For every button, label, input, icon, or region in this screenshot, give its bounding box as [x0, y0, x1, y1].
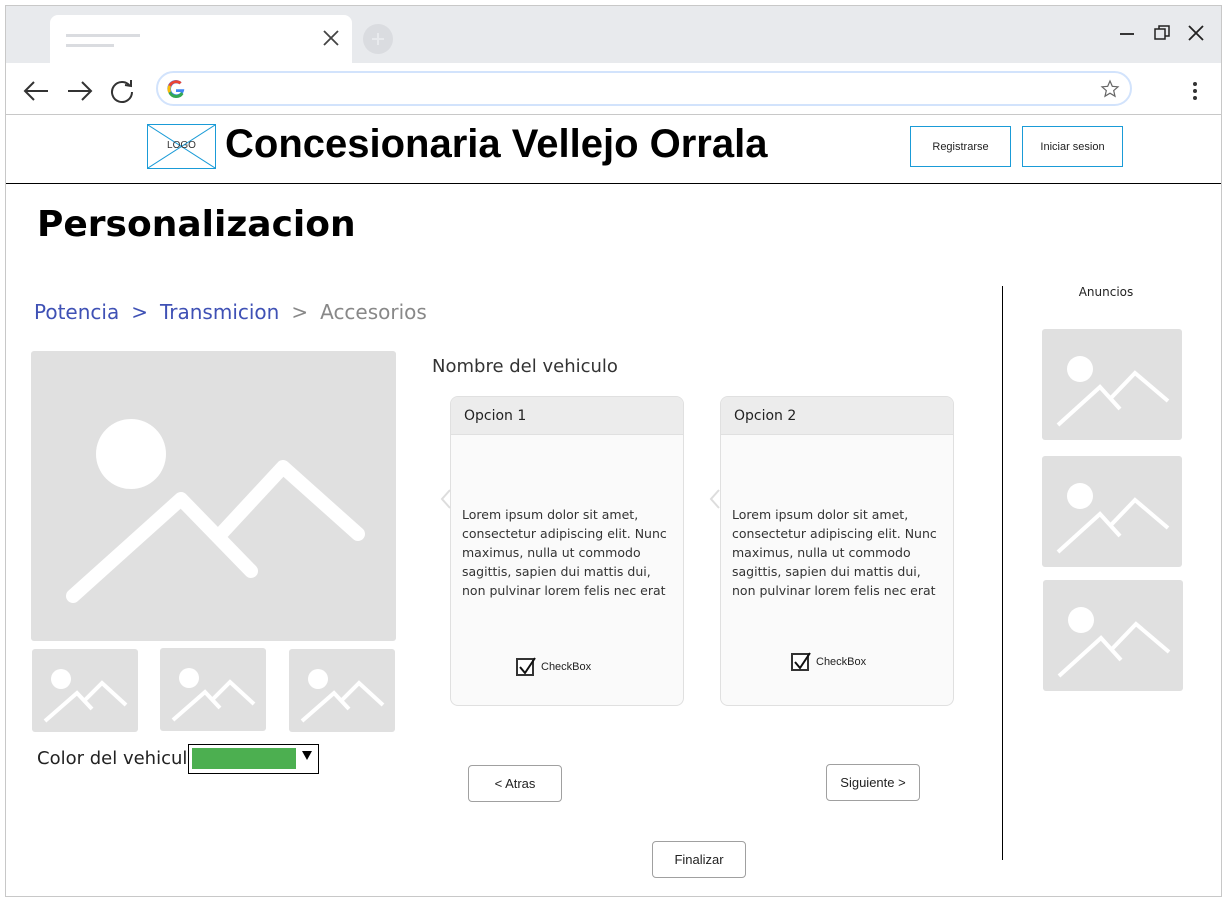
option-description: Lorem ipsum dolor sit amet, consectetur … — [732, 507, 937, 598]
option-card: Opcion 1 Lorem ipsum dolor sit amet, con… — [450, 396, 684, 706]
address-bar[interactable] — [156, 71, 1132, 106]
image-placeholder-icon — [1057, 607, 1171, 678]
reload-icon[interactable] — [108, 77, 136, 105]
breadcrumb-separator: > — [131, 300, 148, 324]
vehicle-thumbnail[interactable] — [289, 649, 395, 732]
option-card-header: Opcion 1 — [451, 397, 683, 435]
browser-window: LOGO Concesionaria Vellejo Orrala Regist… — [5, 5, 1222, 897]
tab-title-placeholder — [66, 44, 114, 47]
vehicle-thumbnail[interactable] — [32, 649, 138, 732]
checkbox-label: CheckBox — [816, 656, 867, 668]
breadcrumb-link-potencia[interactable]: Potencia — [34, 300, 119, 324]
breadcrumb: Potencia > Transmicion > Accesorios — [34, 300, 427, 324]
checkbox-checked-icon[interactable] — [516, 657, 536, 676]
image-placeholder-icon — [1056, 356, 1170, 427]
browser-tab[interactable] — [50, 15, 352, 63]
ad-image[interactable] — [1043, 580, 1183, 691]
color-label: Color del vehiculo — [37, 748, 199, 769]
chevron-left-icon[interactable] — [709, 488, 721, 515]
checkbox-checked-icon[interactable] — [791, 652, 811, 671]
next-button[interactable]: Siguiente > — [826, 764, 920, 801]
color-dropdown[interactable] — [188, 744, 319, 774]
back-button[interactable]: < Atras — [468, 765, 562, 802]
image-placeholder-icon — [1056, 483, 1170, 554]
minimize-icon[interactable] — [1116, 22, 1138, 44]
arrow-right-icon[interactable] — [66, 77, 94, 105]
vehicle-name: Nombre del vehiculo — [432, 356, 618, 377]
star-icon[interactable] — [1100, 79, 1120, 104]
option-checkbox[interactable]: CheckBox — [516, 657, 592, 676]
arrow-left-icon[interactable] — [22, 77, 50, 105]
window-close-icon[interactable] — [1185, 22, 1207, 44]
page-content: LOGO Concesionaria Vellejo Orrala Regist… — [6, 116, 1221, 896]
breadcrumb-separator: > — [291, 300, 309, 324]
vehicle-thumbnail[interactable] — [160, 648, 266, 731]
tab-close-icon[interactable] — [320, 27, 342, 49]
option-card-header: Opcion 2 — [721, 397, 953, 435]
sidebar-divider — [1002, 286, 1003, 860]
page-title: Personalizacion — [37, 204, 356, 245]
site-header: LOGO Concesionaria Vellejo Orrala Regist… — [6, 116, 1221, 184]
browser-toolbar — [6, 63, 1221, 115]
ads-title: Anuncios — [1078, 285, 1134, 299]
ad-image[interactable] — [1042, 329, 1182, 440]
google-icon — [166, 79, 186, 104]
option-title: Opcion 1 — [464, 408, 527, 424]
tab-title-placeholder — [66, 34, 140, 37]
chevron-left-icon[interactable] — [440, 488, 452, 515]
vehicle-main-image — [31, 351, 396, 641]
breadcrumb-current: Accesorios — [320, 300, 427, 324]
kebab-menu-icon[interactable] — [1189, 80, 1201, 102]
restore-icon[interactable] — [1151, 22, 1173, 44]
image-placeholder-icon — [43, 669, 128, 723]
register-button[interactable]: Registrarse — [910, 126, 1011, 167]
ad-image[interactable] — [1042, 456, 1182, 567]
logo-text: LOGO — [167, 140, 196, 151]
new-tab-button[interactable] — [363, 24, 393, 54]
image-placeholder-icon — [66, 419, 365, 603]
login-button[interactable]: Iniciar sesion — [1022, 126, 1123, 167]
image-placeholder-icon — [171, 668, 256, 722]
tab-strip — [6, 6, 1221, 63]
option-card: Opcion 2 Lorem ipsum dolor sit amet, con… — [720, 396, 954, 706]
option-description: Lorem ipsum dolor sit amet, consectetur … — [462, 507, 667, 598]
finish-button[interactable]: Finalizar — [652, 841, 746, 878]
option-title: Opcion 2 — [734, 408, 797, 424]
option-checkbox[interactable]: CheckBox — [791, 652, 867, 671]
checkbox-label: CheckBox — [541, 661, 592, 673]
site-title: Concesionaria Vellejo Orrala — [225, 122, 768, 166]
image-placeholder-icon — [300, 669, 385, 723]
breadcrumb-link-transmicion[interactable]: Transmicion — [160, 300, 279, 324]
dropdown-arrow-icon — [302, 751, 312, 760]
color-swatch — [192, 748, 296, 769]
logo: LOGO — [147, 124, 216, 169]
